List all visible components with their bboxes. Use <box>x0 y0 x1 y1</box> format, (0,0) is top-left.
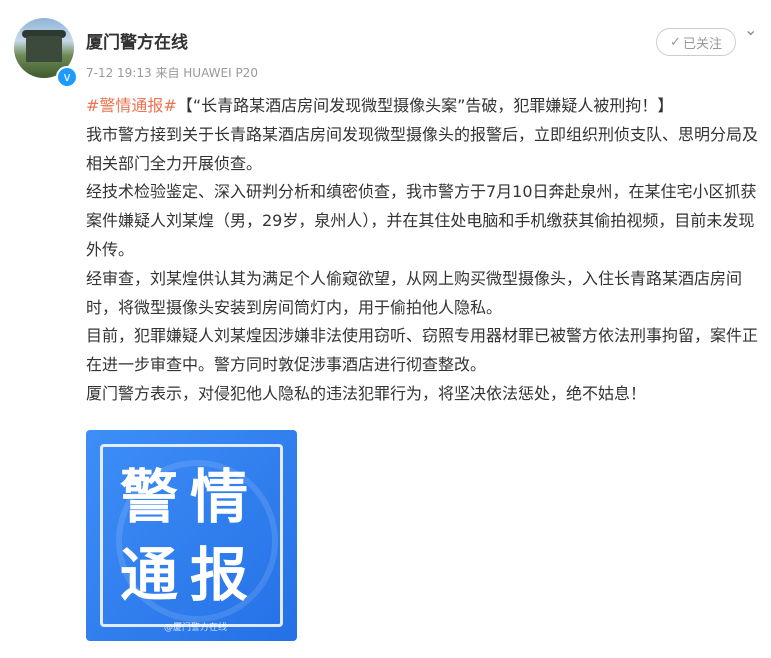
post-paragraph: 我市警方接到关于长青路某酒店房间发现微型摄像头的报警后，立即组织刑侦支队、思明分… <box>86 124 759 173</box>
post-paragraph: 厦门警方表示，对侵犯他人隐私的违法犯罪行为，将坚决依法惩处，绝不姑息！ <box>86 383 647 403</box>
post-timestamp[interactable]: 7-12 19:13 <box>86 66 152 80</box>
post-headline-line: #警情通报#【“长青路某酒店房间发现微型摄像头案”告破，犯罪嫌疑人被刑拘！】 <box>86 92 758 121</box>
image-glyph: 警 <box>120 463 179 531</box>
verified-icon: v <box>56 66 78 88</box>
avatar-building <box>26 36 62 62</box>
following-label: 已关注 <box>682 36 722 52</box>
post-headline: 【“长青路某酒店房间发现微型摄像头案”告破，犯罪嫌疑人被刑拘！】 <box>176 96 674 115</box>
image-glyph: 情 <box>190 463 249 531</box>
image-glyph: 报 <box>190 541 249 609</box>
image-glyph: 通 <box>120 541 179 609</box>
username[interactable]: 厦门警方在线 <box>86 28 188 53</box>
image-watermark: @厦门警方在线 <box>164 623 228 633</box>
following-button[interactable]: ✓ 已关注 <box>656 28 736 56</box>
post-image[interactable]: 警 情 通 报 @厦门警方在线 <box>86 430 297 641</box>
chevron-down-icon[interactable]: ⌄ <box>744 20 757 39</box>
topic-link[interactable]: #警情通报# <box>86 96 177 115</box>
post-paragraph: 目前，犯罪嫌疑人刘某煌因涉嫌非法使用窃听、窃照专用器材罪已被警方依法刑事拘留，案… <box>86 326 759 375</box>
image-title: 警 情 通 报 <box>120 462 270 610</box>
post-source: 来自 HUAWEI P20 <box>155 66 258 80</box>
post-paragraph: 经技术检验鉴定、深入研判分析和缜密侦查，我市警方于7月10日奔赴泉州，在某住宅小… <box>86 182 757 259</box>
post-meta: 7-12 19:13 来自 HUAWEI P20 <box>86 64 258 81</box>
check-icon: ✓ <box>670 34 681 50</box>
post-paragraph: 经审查，刘某煌供认其为满足个人偷窥欲望，从网上购买微型摄像头，入住长青路某酒店房… <box>86 268 743 317</box>
post-content: #警情通报#【“长青路某酒店房间发现微型摄像头案”告破，犯罪嫌疑人被刑拘！】 我… <box>86 92 758 409</box>
